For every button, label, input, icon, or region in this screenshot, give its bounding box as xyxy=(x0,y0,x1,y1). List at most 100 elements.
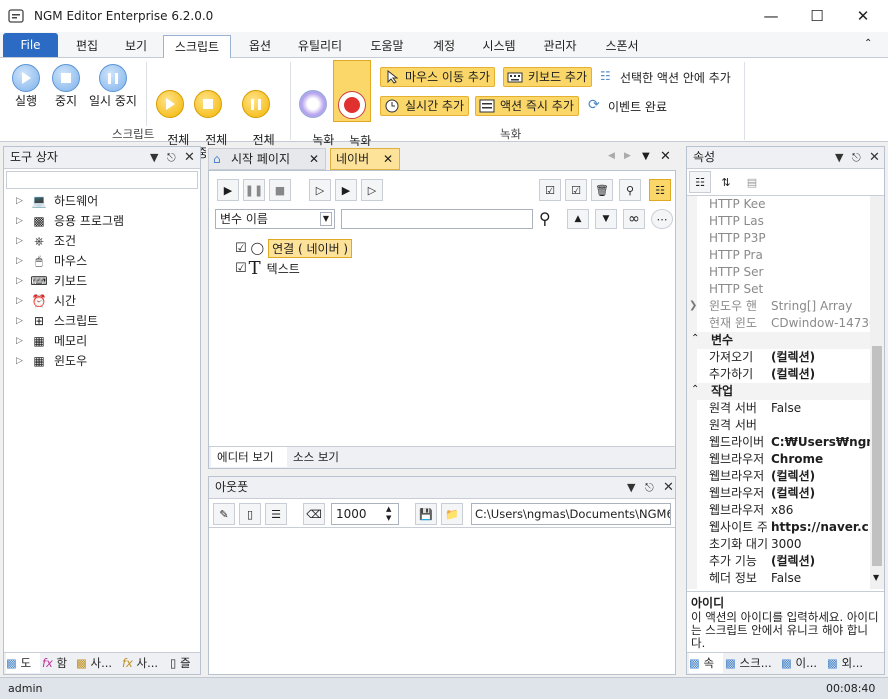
dropdown-icon[interactable]: ▼ xyxy=(150,147,158,168)
pin-icon[interactable]: ⎋ xyxy=(852,147,861,168)
event-done-button[interactable]: ⟳ 이벤트 완료 xyxy=(588,97,667,115)
toolbox-item-application[interactable]: ▷ ▩ 응용 프로그램 xyxy=(16,211,124,231)
property-row[interactable]: 웹브라우저 Chrome xyxy=(697,451,875,468)
close-icon[interactable]: ✕ xyxy=(660,149,671,164)
add-in-selected-button[interactable]: ☷ 선택한 액션 안에 추가 xyxy=(600,69,731,86)
toolbox-item-keyboard[interactable]: ▷ ⌨ 키보드 xyxy=(16,271,87,291)
property-pages-icon[interactable]: ▤ xyxy=(741,171,763,193)
dropdown-icon[interactable]: ▼ xyxy=(835,147,843,168)
property-row[interactable]: HTTP Kee xyxy=(697,196,875,213)
pause-button[interactable]: 일시 중지 xyxy=(86,64,140,108)
expand-icon[interactable]: ▷ xyxy=(16,231,26,251)
scroll-left-icon[interactable]: ◀ xyxy=(608,151,615,161)
tab-admin[interactable]: 관리자 xyxy=(534,35,586,57)
tab-user[interactable]: ▩ 사... xyxy=(76,653,120,673)
output-log-area[interactable] xyxy=(209,527,675,674)
more-icon[interactable]: ⋯ xyxy=(651,209,673,229)
tab-image[interactable]: ▩ 이... xyxy=(781,653,825,673)
tab-view[interactable]: 보기 xyxy=(114,35,158,57)
property-row[interactable]: 가져오기 (컬렉션) xyxy=(697,349,875,366)
tab-edit[interactable]: 편집 xyxy=(64,35,110,57)
close-icon[interactable]: ✕ xyxy=(869,147,880,168)
property-row[interactable]: 추가하기 (컬렉션) xyxy=(697,366,875,383)
folder-icon[interactable]: 📁 xyxy=(441,503,463,525)
tab-external[interactable]: ▩ 외... xyxy=(827,653,881,673)
move-down-icon[interactable]: ▼ xyxy=(595,209,617,229)
checkbox-checked-icon[interactable]: ☑ xyxy=(235,261,247,276)
toolbox-item-condition[interactable]: ▷ ⎈ 조건 xyxy=(16,231,76,251)
expand-icon[interactable]: ▷ xyxy=(16,331,26,351)
step-icon[interactable]: ▷ xyxy=(361,179,383,201)
tab-file[interactable]: File xyxy=(3,33,58,57)
toolbox-item-hardware[interactable]: ▷ 💻 하드웨어 xyxy=(16,191,98,211)
expand-icon[interactable]: ▷ xyxy=(16,271,26,291)
tab-utility[interactable]: 유틸리티 xyxy=(290,35,350,57)
toolbox-search-input[interactable] xyxy=(6,171,198,189)
category-job[interactable]: 작업 xyxy=(697,383,875,400)
realtime-add-button[interactable]: 실시간 추가 xyxy=(380,96,470,116)
tab-help[interactable]: 도움말 xyxy=(362,35,412,57)
tab-favorites[interactable]: ▯ 즐 xyxy=(170,653,200,673)
minimize-button[interactable]: — xyxy=(748,0,794,32)
tree-node-text[interactable]: ☑ T 텍스트 xyxy=(235,258,300,279)
clean-icon[interactable]: ✎ xyxy=(213,503,235,525)
property-row[interactable]: 윈도우 핸 String[] Array xyxy=(697,298,875,315)
tree-view-icon[interactable]: ☷ xyxy=(649,179,671,201)
property-row[interactable]: 현재 윈도 CDwindow-14730 xyxy=(697,315,875,332)
play-icon[interactable]: ▶ xyxy=(217,179,239,201)
tab-sponsor[interactable]: 스폰서 xyxy=(596,35,648,57)
check-all-icon[interactable]: ☑ xyxy=(539,179,561,201)
dropdown-icon[interactable]: ▼ xyxy=(642,151,650,162)
tree-node-connect[interactable]: ☑ ◯ 연결 ( 네이버 ) xyxy=(235,238,353,258)
tab-source-view[interactable]: 소스 보기 xyxy=(289,447,349,467)
tab-user-function[interactable]: fx 사... xyxy=(122,653,168,673)
run-button[interactable]: 실행 xyxy=(8,64,44,108)
chevron-down-icon[interactable]: ▼ xyxy=(320,212,332,226)
expand-icon[interactable]: ❯ xyxy=(689,300,697,311)
toolbox-item-script[interactable]: ▷ ⊞ 스크립트 xyxy=(16,311,98,331)
output-path-input[interactable]: C:\Users\ngmas\Documents\NGM6\ xyxy=(471,503,671,525)
property-row[interactable]: 헤더 정보 False xyxy=(697,570,875,587)
pause-icon[interactable]: ❚❚ xyxy=(243,179,265,201)
tab-toolbox[interactable]: ▩ 도 xyxy=(6,653,40,673)
scroll-down-icon[interactable]: ▼ xyxy=(873,573,879,582)
property-row[interactable]: 웹드라이버 C:₩Users₩ngm xyxy=(697,434,875,451)
ribbon-collapse-icon[interactable]: ⌃ xyxy=(864,38,872,49)
property-row[interactable]: HTTP Pra xyxy=(697,247,875,264)
close-icon[interactable]: ✕ xyxy=(663,477,674,498)
pin-icon[interactable]: ⎋ xyxy=(167,147,176,168)
category-variable[interactable]: 변수 xyxy=(697,332,875,349)
property-row[interactable]: 초기화 대기 3000 xyxy=(697,536,875,553)
collapse-icon[interactable]: ⌃ xyxy=(691,384,699,395)
play-outline-icon[interactable]: ▷ xyxy=(309,179,331,201)
expand-icon[interactable]: ▷ xyxy=(16,291,26,311)
tab-account[interactable]: 계정 xyxy=(422,35,466,57)
record-stop-button[interactable]: 녹화 중지 xyxy=(333,60,371,161)
tab-function[interactable]: fx 함 xyxy=(42,653,74,673)
play-box-icon[interactable]: ▶ xyxy=(335,179,357,201)
stop-button[interactable]: 중지 xyxy=(48,64,84,108)
variable-search-input[interactable] xyxy=(341,209,533,229)
property-row[interactable]: HTTP Set xyxy=(697,281,875,298)
tab-naver[interactable]: 네이버 ✕ xyxy=(330,148,400,170)
collapse-icon[interactable]: ⌃ xyxy=(691,333,699,344)
checkbox-checked-icon[interactable]: ☑ xyxy=(235,241,247,256)
property-row[interactable]: 웹브라우저 (컬렉션) xyxy=(697,468,875,485)
save-icon[interactable]: 💾 xyxy=(415,503,437,525)
property-row[interactable]: HTTP P3P xyxy=(697,230,875,247)
instant-add-button[interactable]: 액션 즉시 추가 xyxy=(475,96,579,116)
close-icon[interactable]: ✕ xyxy=(184,147,195,168)
sort-alpha-icon[interactable]: ⇅ xyxy=(715,171,737,193)
tab-editor-view[interactable]: 에디터 보기 xyxy=(211,447,287,467)
lines-icon[interactable]: ☰ xyxy=(265,503,287,525)
stop-icon[interactable]: ■ xyxy=(269,179,291,201)
maximize-button[interactable]: ☐ xyxy=(794,0,840,32)
variable-select[interactable]: 변수 이름 ▼ xyxy=(215,209,335,229)
expand-icon[interactable]: ▷ xyxy=(16,251,26,271)
close-tab-icon[interactable]: ✕ xyxy=(383,149,393,169)
categorized-icon[interactable]: ☷ xyxy=(689,171,711,193)
expand-icon[interactable]: ▷ xyxy=(16,351,26,371)
search-icon[interactable]: ⚲ xyxy=(539,209,551,228)
scrollbar-thumb[interactable] xyxy=(872,346,882,566)
close-tab-icon[interactable]: ✕ xyxy=(309,149,319,169)
